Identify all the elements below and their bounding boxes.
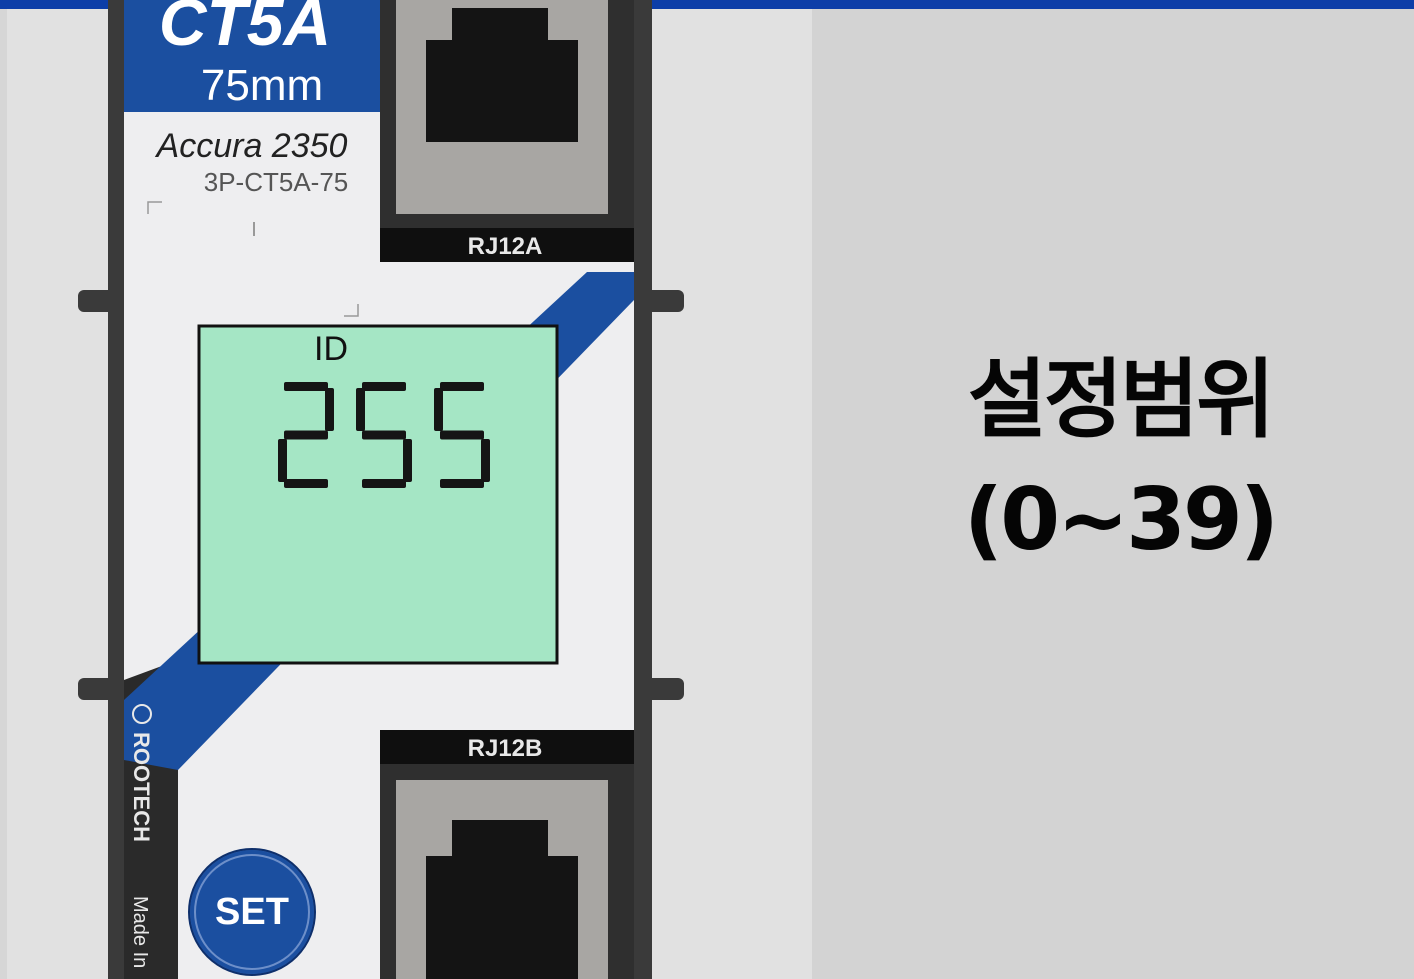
lcd-screen [197,324,559,665]
setting-range-caption: 설정범위 (0~39) [880,340,1360,580]
set-button[interactable]: SET [188,848,316,976]
port-a-label: RJ12A [468,233,543,260]
lcd-segment [284,479,328,488]
lcd-segment [362,479,406,488]
lcd-segment [362,382,406,391]
ct-device-illustration: CT5A 75mm Accura 2350 3P-CT5A-75 RJ12A R… [0,0,812,979]
caption-title: 설정범위 [967,350,1275,450]
lcd-segment [403,439,412,482]
maker-text: ROOTECH [129,732,154,842]
port-b-label: RJ12B [468,735,543,762]
lcd-segment [434,388,443,431]
made-in-text: Made In [129,896,151,968]
lcd-segment [362,430,406,440]
lcd-segment [440,430,484,440]
lcd-segment [284,382,328,391]
maker-label: ROOTECH Made In [129,704,154,968]
size-text: 75mm [201,61,323,110]
lcd-segment [278,439,287,482]
lcd-segment [356,388,365,431]
lcd-segment [325,388,334,431]
lcd-segment [440,479,484,488]
lcd-id-label: ID [314,330,348,368]
lcd-segment [481,439,490,482]
model-large-text: CT5A [159,0,331,59]
lcd-segment [284,430,328,440]
brand-text: Accura 2350 [155,127,348,165]
caption-range: (0~39) [963,470,1279,570]
device-body: CT5A 75mm Accura 2350 3P-CT5A-75 RJ12A R… [78,0,684,979]
lcd-segment [440,382,484,391]
part-number-text: 3P-CT5A-75 [204,167,349,197]
